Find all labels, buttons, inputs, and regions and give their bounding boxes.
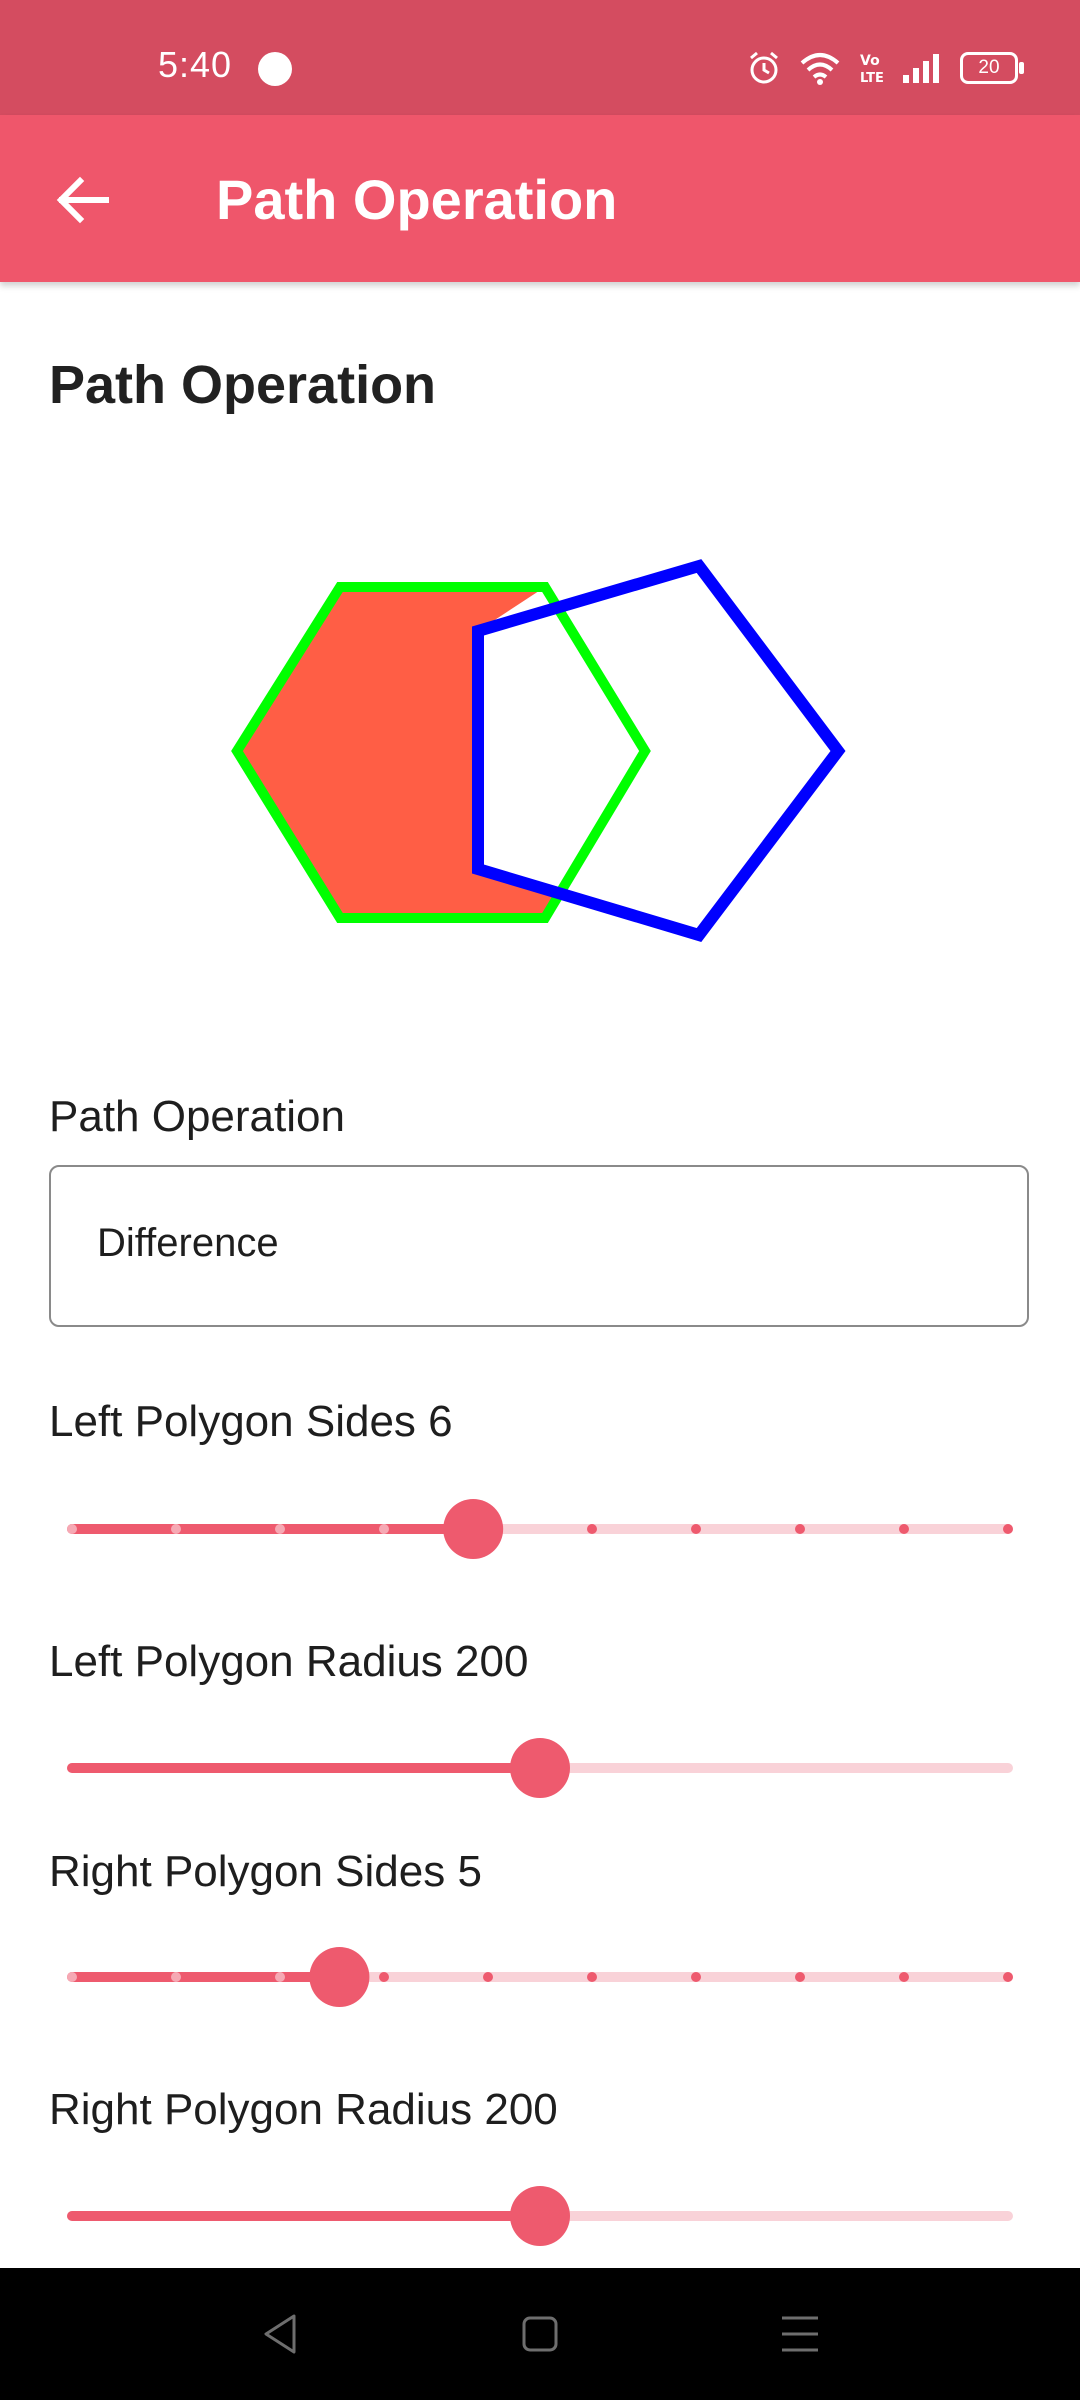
menu-lines-icon	[782, 2316, 818, 2352]
slider-graphic	[67, 1738, 1013, 1798]
volte-icon: Vo LTE	[860, 53, 884, 85]
nav-back-button[interactable]	[250, 2304, 310, 2364]
slider-tick	[379, 1524, 389, 1534]
nav-home-button[interactable]	[510, 2304, 570, 2364]
signal-icon	[903, 54, 939, 83]
slider-tick	[67, 1972, 77, 1982]
slider-tick	[67, 1524, 77, 1534]
slider-tick	[691, 1524, 701, 1534]
slider-thumb[interactable]	[443, 1499, 504, 1559]
operation-label: Path Operation	[49, 1092, 345, 1141]
slider-graphic	[67, 1499, 1013, 1559]
right-sides-slider[interactable]	[67, 1945, 1013, 2009]
right-sides-label: Right Polygon Sides 5	[49, 1847, 482, 1896]
back-button[interactable]	[48, 165, 118, 235]
slider-thumb[interactable]	[309, 1947, 370, 2007]
slider-tick	[483, 1972, 493, 1982]
path-operation-canvas	[231, 559, 846, 942]
app-bar-title: Path Operation	[216, 168, 618, 231]
slider-tick	[587, 1524, 597, 1534]
svg-text:Vo: Vo	[860, 53, 880, 69]
slider-thumb[interactable]	[510, 2186, 570, 2246]
slider-tick	[899, 1524, 909, 1534]
arrow-back-icon	[56, 176, 109, 224]
slider-tick	[275, 1972, 285, 1982]
notification-app-icon	[258, 52, 292, 86]
battery-icon: 20	[960, 52, 1024, 84]
nav-menu-button[interactable]	[770, 2304, 830, 2364]
status-icons: Vo LTE 20	[746, 48, 1024, 88]
slider-tick	[171, 1524, 181, 1534]
slider-tick	[795, 1972, 805, 1982]
slider-thumb[interactable]	[510, 1738, 570, 1798]
section-heading: Path Operation	[49, 355, 437, 415]
slider-tick	[795, 1524, 805, 1534]
triangle-back-icon	[264, 2314, 296, 2354]
difference-cutout	[478, 587, 645, 897]
left-sides-label: Left Polygon Sides 6	[49, 1397, 453, 1446]
operation-selected-value: Difference	[97, 1221, 279, 1265]
alarm-icon	[750, 51, 778, 84]
left-sides-slider[interactable]	[67, 1497, 1013, 1561]
battery-level: 20	[978, 57, 1000, 78]
svg-text:LTE: LTE	[860, 71, 884, 85]
slider-graphic	[67, 2186, 1013, 2246]
wifi-icon	[800, 53, 840, 85]
square-home-icon	[522, 2316, 558, 2352]
left-radius-slider[interactable]	[67, 1736, 1013, 1800]
slider-tick	[275, 1524, 285, 1534]
left-radius-label: Left Polygon Radius 200	[49, 1637, 529, 1686]
status-bar: 5:40 Vo LTE 20	[0, 0, 1080, 115]
operation-dropdown[interactable]: Difference	[49, 1165, 1029, 1327]
slider-tick	[1003, 1972, 1013, 1982]
slider-tick	[1003, 1524, 1013, 1534]
app-bar: Path Operation	[0, 115, 1080, 282]
right-radius-label: Right Polygon Radius 200	[49, 2085, 558, 2134]
system-nav-bar	[0, 2268, 1080, 2400]
right-radius-slider[interactable]	[67, 2184, 1013, 2248]
status-time: 5:40	[158, 44, 233, 85]
slider-tick	[171, 1972, 181, 1982]
slider-tick	[379, 1972, 389, 1982]
slider-tick	[587, 1972, 597, 1982]
slider-graphic	[67, 1947, 1013, 2007]
slider-tick	[899, 1972, 909, 1982]
slider-tick	[691, 1972, 701, 1982]
